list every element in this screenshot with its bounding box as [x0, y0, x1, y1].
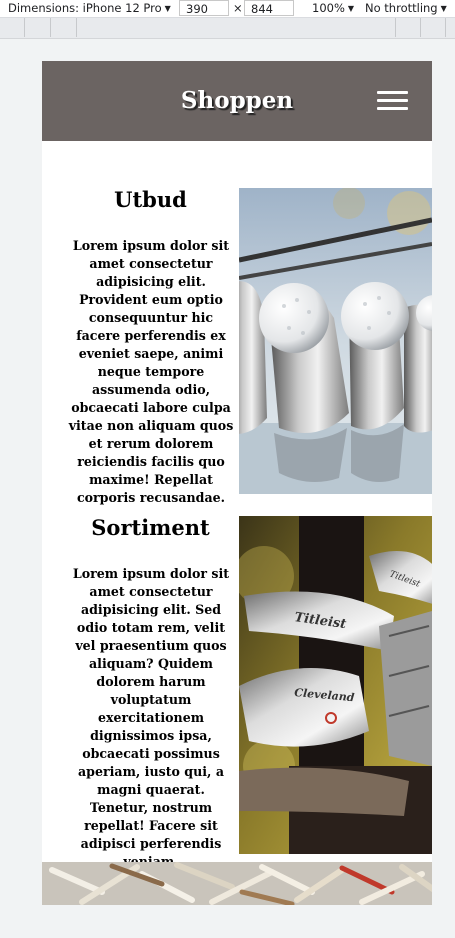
devtools-toolbar: Dimensions: iPhone 12 Pro ▼ 390 × 844 100…	[0, 0, 455, 18]
device-dimensions-dropdown[interactable]: Dimensions: iPhone 12 Pro ▼	[8, 1, 171, 15]
ruler-divider	[50, 18, 51, 37]
ruler-divider	[395, 18, 396, 37]
section-text-utbud: Lorem ipsum dolor sit amet consectetur a…	[68, 238, 234, 505]
ruler-divider	[420, 18, 421, 37]
hamburger-menu-icon[interactable]	[377, 91, 408, 111]
chevron-down-icon: ▼	[440, 4, 447, 13]
viewport-width-input[interactable]: 390	[179, 0, 229, 16]
zoom-dropdown[interactable]: 100% ▼	[312, 1, 354, 15]
chevron-down-icon: ▼	[164, 4, 171, 13]
site-header: Shoppen	[42, 61, 432, 141]
device-dimensions-label: Dimensions: iPhone 12 Pro	[8, 1, 162, 15]
section-title-utbud: Utbud	[114, 187, 187, 212]
zoom-label: 100%	[312, 1, 345, 15]
ruler-divider	[445, 18, 446, 37]
throttling-dropdown[interactable]: No throttling ▼	[365, 1, 447, 15]
media-query-ruler	[0, 18, 455, 39]
device-viewport: Shoppen Utbud Lorem ipsum dolor sit amet…	[42, 61, 432, 905]
section-text-sortiment: Lorem ipsum dolor sit amet consectetur a…	[72, 566, 230, 869]
golf-tees-image	[42, 862, 432, 905]
throttling-label: No throttling	[365, 1, 438, 15]
golf-balls-on-irons-image	[239, 188, 432, 494]
viewport-height-input[interactable]: 844	[244, 0, 294, 16]
golf-irons-in-bag-image: Titleist Titleist Cleveland	[239, 516, 432, 854]
dimension-times-sign: ×	[233, 1, 243, 15]
ruler-divider	[76, 18, 77, 37]
ruler-divider	[24, 18, 25, 37]
site-logo[interactable]: Shoppen	[42, 87, 432, 114]
chevron-down-icon: ▼	[347, 4, 355, 13]
section-title-sortiment: Sortiment	[91, 515, 210, 540]
